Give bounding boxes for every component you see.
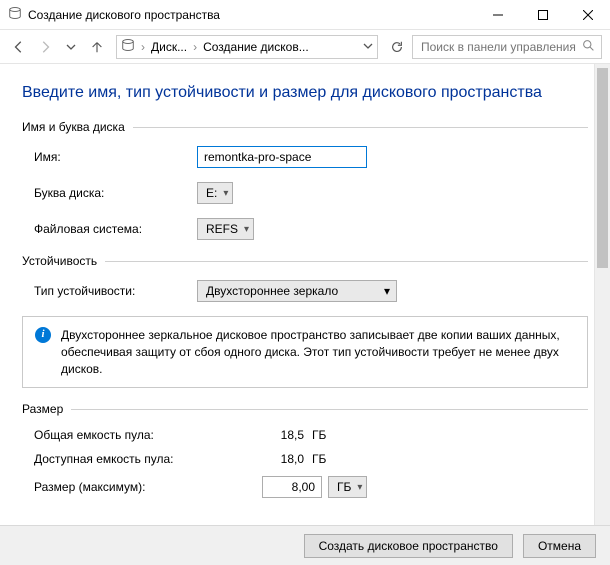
available-capacity-unit: ГБ xyxy=(312,452,326,466)
chevron-down-icon: ▾ xyxy=(223,188,228,199)
filesystem-value: REFS xyxy=(206,222,238,236)
info-panel: i Двухстороннее зеркальное дисковое прос… xyxy=(22,316,588,388)
resilience-type-label: Тип устойчивости: xyxy=(22,284,197,298)
available-capacity-label: Доступная емкость пула: xyxy=(22,452,262,466)
group-legend: Имя и буква диска xyxy=(22,120,125,134)
drive-letter-label: Буква диска: xyxy=(22,186,197,200)
nav-bar: › Диск... › Создание дисков... xyxy=(0,30,610,64)
filesystem-select[interactable]: REFS ▾ xyxy=(197,218,254,240)
up-button[interactable] xyxy=(86,36,108,58)
max-size-unit-value: ГБ xyxy=(337,480,351,494)
refresh-button[interactable] xyxy=(386,36,408,58)
back-button[interactable] xyxy=(8,36,30,58)
group-resilience: Устойчивость xyxy=(22,254,588,268)
app-icon xyxy=(8,6,22,23)
search-box[interactable] xyxy=(412,35,602,59)
filesystem-label: Файловая система: xyxy=(22,222,197,236)
page-heading: Введите имя, тип устойчивости и размер д… xyxy=(22,84,588,102)
drive-letter-value: E: xyxy=(206,186,217,200)
recent-locations-button[interactable] xyxy=(60,36,82,58)
info-icon: i xyxy=(35,327,51,343)
resilience-type-value: Двухстороннее зеркало xyxy=(206,284,338,298)
chevron-down-icon: ▾ xyxy=(244,224,249,235)
chevron-down-icon: ▾ xyxy=(357,482,362,493)
group-legend: Устойчивость xyxy=(22,254,97,268)
cancel-button[interactable]: Отмена xyxy=(523,534,596,558)
divider xyxy=(71,409,588,410)
total-capacity-unit: ГБ xyxy=(312,428,326,442)
minimize-button[interactable] xyxy=(475,0,520,29)
drive-icon xyxy=(121,38,135,55)
chevron-right-icon: › xyxy=(141,40,145,54)
group-name-letter: Имя и буква диска xyxy=(22,120,588,134)
window-title: Создание дискового пространства xyxy=(28,8,475,22)
content-area: Введите имя, тип устойчивости и размер д… xyxy=(0,64,610,525)
address-bar[interactable]: › Диск... › Создание дисков... xyxy=(116,35,378,59)
group-size: Размер xyxy=(22,402,588,416)
name-label: Имя: xyxy=(22,150,197,164)
available-capacity-value: 18,0 xyxy=(262,452,312,466)
total-capacity-value: 18,5 xyxy=(262,428,312,442)
close-button[interactable] xyxy=(565,0,610,29)
search-input[interactable] xyxy=(419,39,582,55)
forward-button[interactable] xyxy=(34,36,56,58)
chevron-down-icon: ▾ xyxy=(384,284,390,298)
create-button[interactable]: Создать дисковое пространство xyxy=(304,534,513,558)
address-dropdown-icon[interactable] xyxy=(363,40,373,54)
breadcrumb-segment[interactable]: Создание дисков... xyxy=(203,40,309,54)
divider xyxy=(133,127,588,128)
title-bar: Создание дискового пространства xyxy=(0,0,610,30)
name-input[interactable] xyxy=(197,146,367,168)
max-size-unit-select[interactable]: ГБ ▾ xyxy=(328,476,367,498)
breadcrumb-segment[interactable]: Диск... xyxy=(151,40,187,54)
max-size-label: Размер (максимум): xyxy=(22,480,262,494)
total-capacity-label: Общая емкость пула: xyxy=(22,428,262,442)
maximize-button[interactable] xyxy=(520,0,565,29)
search-icon xyxy=(582,39,595,55)
chevron-right-icon: › xyxy=(193,40,197,54)
drive-letter-select[interactable]: E: ▾ xyxy=(197,182,233,204)
max-size-input[interactable] xyxy=(262,476,322,498)
info-text: Двухстороннее зеркальное дисковое простр… xyxy=(61,327,577,377)
divider xyxy=(105,261,588,262)
group-legend: Размер xyxy=(22,402,63,416)
footer-bar: Создать дисковое пространство Отмена xyxy=(0,525,610,565)
resilience-type-select[interactable]: Двухстороннее зеркало ▾ xyxy=(197,280,397,302)
